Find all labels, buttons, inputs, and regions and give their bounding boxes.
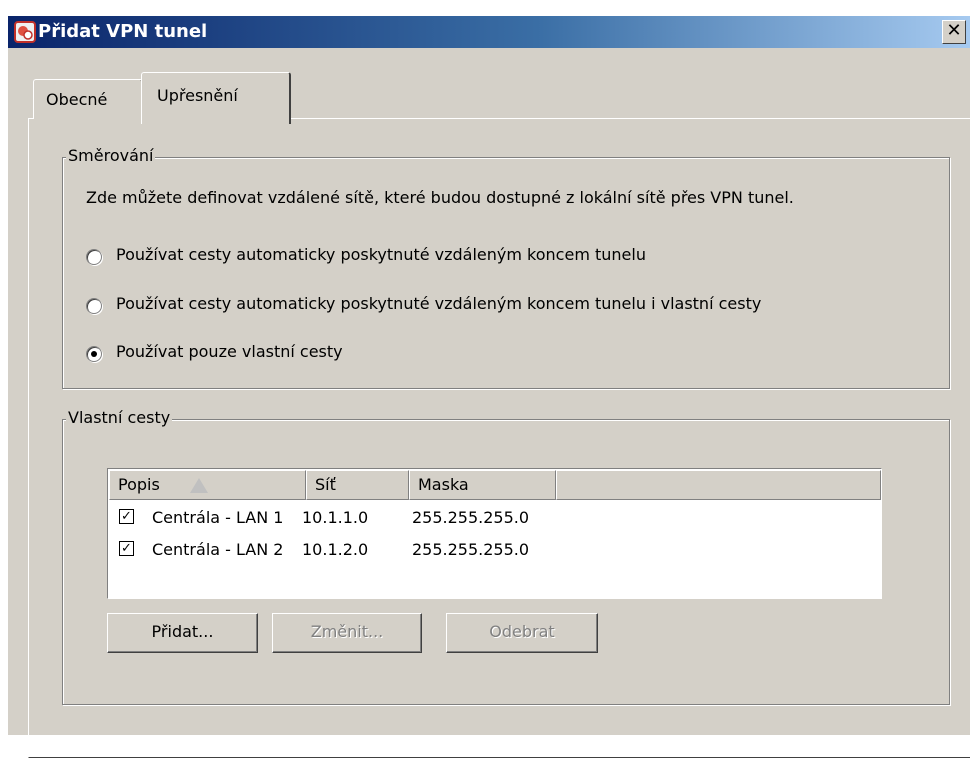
cell-mask: 255.255.255.0 [412, 540, 530, 559]
title-bar[interactable]: Přidat VPN tunel ✕ [8, 16, 970, 48]
radio-auto-and-custom-routes[interactable] [86, 298, 102, 314]
tab-advanced[interactable]: Upřesnění [141, 72, 291, 124]
radio-auto-routes[interactable] [86, 249, 102, 265]
tab-general[interactable]: Obecné [33, 79, 143, 119]
vpn-app-icon [14, 21, 36, 43]
edit-button-label: Změnit... [310, 622, 384, 641]
radio-auto-routes-label[interactable]: Používat cesty automaticky poskytnuté vz… [116, 245, 646, 264]
cell-description: Centrála - LAN 1 [152, 508, 284, 527]
column-header-mask-label: Maska [418, 475, 469, 494]
radio-auto-and-custom-routes-label[interactable]: Používat cesty automaticky poskytnuté vz… [116, 294, 761, 313]
column-header-network-label: Síť [315, 475, 336, 494]
routes-list[interactable]: Popis Síť Maska ✓ Centrála - LAN 1 10.1.… [107, 468, 882, 599]
remove-button-label: Odebrat [489, 622, 555, 641]
routing-description: Zde můžete definovat vzdálené sítě, kter… [86, 188, 794, 207]
radio-selected-dot [91, 351, 97, 357]
row-checkbox[interactable]: ✓ [119, 509, 134, 524]
radio-custom-routes-only[interactable] [86, 346, 102, 362]
column-header-network[interactable]: Síť [306, 470, 409, 500]
radio-custom-routes-only-label[interactable]: Používat pouze vlastní cesty [116, 342, 343, 361]
close-button[interactable]: ✕ [942, 20, 966, 44]
window-title: Přidat VPN tunel [38, 21, 208, 42]
remove-button[interactable]: Odebrat [446, 613, 598, 653]
edit-button[interactable]: Změnit... [272, 613, 422, 653]
sort-ascending-icon [190, 478, 208, 493]
routing-legend: Směrování [66, 146, 156, 165]
column-header-description-label: Popis [118, 475, 160, 494]
close-icon: ✕ [946, 20, 962, 41]
cell-mask: 255.255.255.0 [412, 508, 530, 527]
add-button[interactable]: Přidat... [107, 613, 258, 653]
table-row[interactable]: ✓ Centrála - LAN 2 10.1.2.0 255.255.255.… [110, 538, 870, 560]
cell-description: Centrála - LAN 2 [152, 540, 284, 559]
tab-advanced-label: Upřesnění [157, 86, 238, 105]
column-header-description[interactable]: Popis [109, 470, 306, 500]
add-button-label: Přidat... [151, 622, 214, 641]
cell-network: 10.1.2.0 [302, 540, 369, 559]
cell-network: 10.1.1.0 [302, 508, 369, 527]
row-checkbox[interactable]: ✓ [119, 541, 134, 556]
column-header-filler [556, 470, 881, 500]
custom-routes-legend: Vlastní cesty [66, 408, 173, 427]
tab-general-label: Obecné [46, 90, 108, 109]
column-header-mask[interactable]: Maska [409, 470, 556, 500]
table-row[interactable]: ✓ Centrála - LAN 1 10.1.1.0 255.255.255.… [110, 506, 870, 528]
